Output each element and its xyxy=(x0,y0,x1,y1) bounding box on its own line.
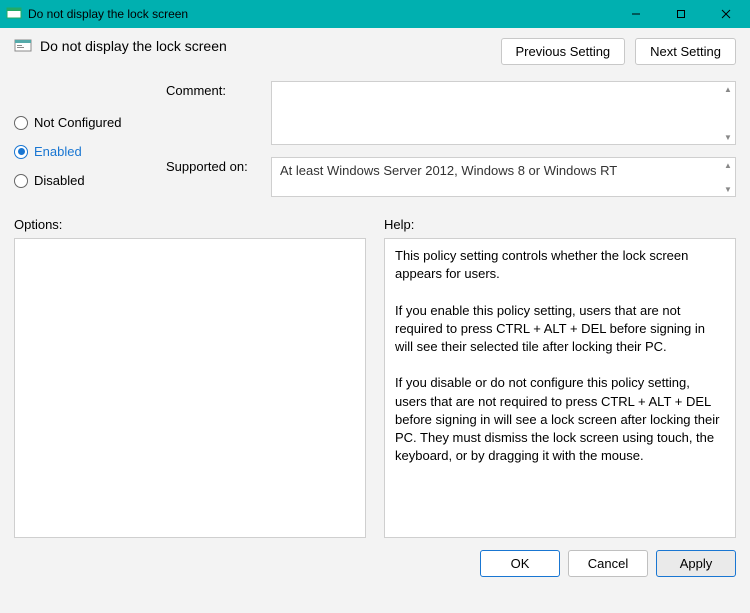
footer: OK Cancel Apply xyxy=(0,538,750,591)
radio-icon xyxy=(14,116,28,130)
options-panel xyxy=(14,238,366,538)
policy-icon xyxy=(6,6,22,22)
help-panel[interactable]: This policy setting controls whether the… xyxy=(384,238,736,538)
comment-textarea[interactable]: ▲ ▼ xyxy=(271,81,736,145)
radio-icon xyxy=(14,174,28,188)
titlebar: Do not display the lock screen xyxy=(0,0,750,28)
policy-subtitle: Do not display the lock screen xyxy=(40,38,227,54)
radio-enabled[interactable]: Enabled xyxy=(14,144,154,159)
scroll-down-icon[interactable]: ▼ xyxy=(723,132,733,142)
supported-on-value: At least Windows Server 2012, Windows 8 … xyxy=(280,163,617,178)
policy-small-icon xyxy=(14,38,32,54)
next-setting-button[interactable]: Next Setting xyxy=(635,38,736,65)
radio-disabled[interactable]: Disabled xyxy=(14,173,154,188)
comment-label: Comment: xyxy=(166,81,261,145)
close-button[interactable] xyxy=(703,0,748,28)
cancel-button[interactable]: Cancel xyxy=(568,550,648,577)
window-title: Do not display the lock screen xyxy=(28,7,613,21)
maximize-button[interactable] xyxy=(658,0,703,28)
scroll-up-icon[interactable]: ▲ xyxy=(723,84,733,94)
minimize-button[interactable] xyxy=(613,0,658,28)
radio-icon xyxy=(14,145,28,159)
radio-label: Disabled xyxy=(34,173,85,188)
supported-on-text: At least Windows Server 2012, Windows 8 … xyxy=(271,157,736,197)
ok-button[interactable]: OK xyxy=(480,550,560,577)
previous-setting-button[interactable]: Previous Setting xyxy=(501,38,626,65)
help-label: Help: xyxy=(384,217,736,232)
radio-not-configured[interactable]: Not Configured xyxy=(14,115,154,130)
apply-button[interactable]: Apply xyxy=(656,550,736,577)
supported-label: Supported on: xyxy=(166,157,261,197)
options-label: Options: xyxy=(14,217,366,232)
radio-label: Not Configured xyxy=(34,115,121,130)
scroll-down-icon[interactable]: ▼ xyxy=(723,184,733,194)
scroll-up-icon[interactable]: ▲ xyxy=(723,160,733,170)
subhead: Do not display the lock screen xyxy=(14,38,227,54)
radio-label: Enabled xyxy=(34,144,82,159)
